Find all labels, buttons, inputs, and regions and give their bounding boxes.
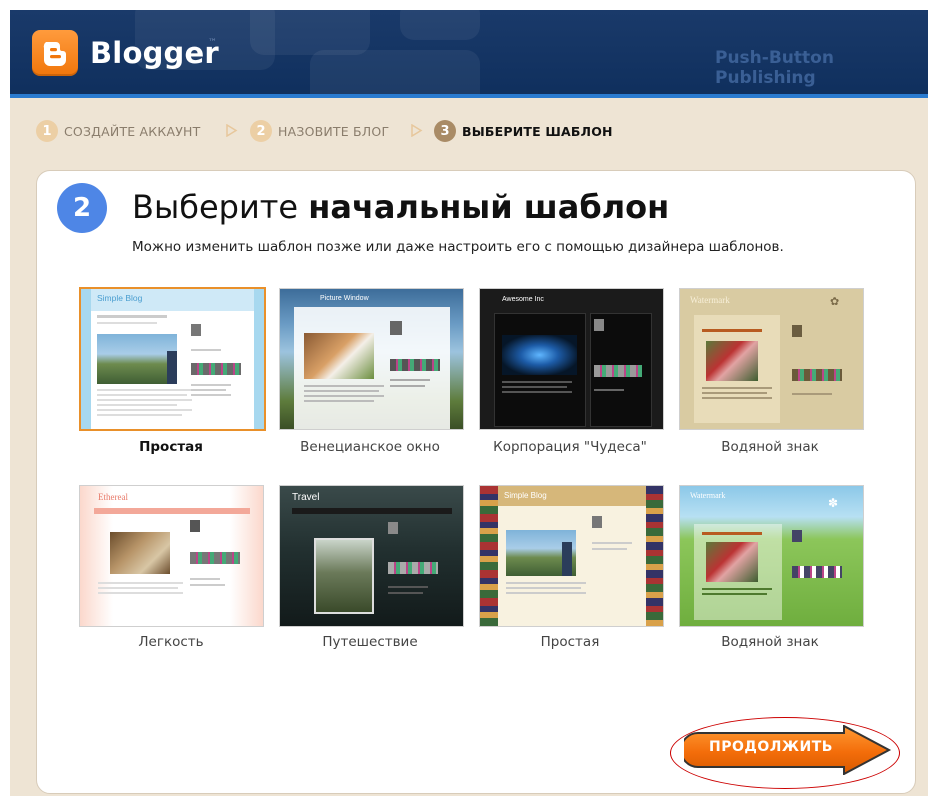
continue-button-label: ПРОДОЛЖИТЬ xyxy=(709,739,833,755)
step-number-badge: 1 xyxy=(36,120,58,142)
thumb-blog-title: Simple Blog xyxy=(97,293,143,303)
blogger-logo-text[interactable]: Blogger xyxy=(90,36,219,70)
thumb-blog-title: Picture Window xyxy=(320,295,369,302)
template-thumbnail-ethereal[interactable]: Ethereal xyxy=(79,485,264,627)
page-subtitle: Можно изменить шаблон позже или даже нас… xyxy=(132,239,784,255)
step-create-account: 1 СОЗДАЙТЕ АККАУНТ xyxy=(36,118,200,144)
thumb-blog-title: Watermark xyxy=(690,491,726,500)
template-thumbnail-travel[interactable]: Travel xyxy=(279,485,464,627)
continue-button[interactable]: ПРОДОЛЖИТЬ xyxy=(680,724,894,776)
template-thumbnail-watermark-green[interactable]: Watermark ✽ xyxy=(679,485,864,627)
step-name-blog: 2 НАЗОВИТЕ БЛОГ xyxy=(250,118,389,144)
step-number-badge: 2 xyxy=(250,120,272,142)
step-arrow-icon xyxy=(226,124,238,137)
section-number-badge: 2 xyxy=(57,183,107,233)
thumb-blog-title: Watermark xyxy=(690,295,730,305)
thumb-blog-title: Ethereal xyxy=(98,492,128,502)
thumb-blog-title: Travel xyxy=(292,492,320,503)
template-label-travel[interactable]: Путешествие xyxy=(270,634,470,650)
blogger-logo-icon[interactable] xyxy=(32,30,78,76)
template-thumbnail-picture-window[interactable]: Picture Window xyxy=(279,288,464,430)
step-label: НАЗОВИТЕ БЛОГ xyxy=(278,123,390,139)
step-label: ВЫБЕРИТЕ ШАБЛОН xyxy=(462,123,613,139)
template-label-simple[interactable]: Простая xyxy=(71,439,271,455)
title-bold: начальный шаблон xyxy=(308,188,670,226)
title-regular: Выберите xyxy=(132,188,309,226)
step-label: СОЗДАЙТЕ АККАУНТ xyxy=(64,123,201,139)
thumb-blog-title: Simple Blog xyxy=(504,491,547,500)
trademark-mark: ™ xyxy=(208,38,217,48)
page-title: Выберите начальный шаблон xyxy=(132,188,669,226)
blogger-header: Blogger ™ Push-Button Publishing xyxy=(10,10,928,98)
template-label-picture-window[interactable]: Венецианское окно xyxy=(270,439,470,455)
template-label-ethereal[interactable]: Легкость xyxy=(71,634,271,650)
template-thumbnail-watermark[interactable]: Watermark ✿ xyxy=(679,288,864,430)
step-arrow-icon xyxy=(411,124,423,137)
template-thumbnail-simple[interactable]: Simple Blog xyxy=(79,287,266,431)
template-label-watermark-green[interactable]: Водяной знак xyxy=(670,634,870,650)
thumb-blog-title: Awesome Inc xyxy=(502,296,544,303)
step-choose-template: 3 ВЫБЕРИТЕ ШАБЛОН xyxy=(434,118,613,144)
header-tagline: Push-Button Publishing xyxy=(715,48,834,88)
template-thumbnail-awesome-inc[interactable]: Awesome Inc xyxy=(479,288,664,430)
template-label-awesome-inc[interactable]: Корпорация "Чудеса" xyxy=(470,439,670,455)
template-label-simple-bookshelf[interactable]: Простая xyxy=(470,634,670,650)
template-thumbnail-simple-bookshelf[interactable]: Simple Blog xyxy=(479,485,664,627)
template-card xyxy=(36,170,916,794)
step-number-badge: 3 xyxy=(434,120,456,142)
template-label-watermark[interactable]: Водяной знак xyxy=(670,439,870,455)
